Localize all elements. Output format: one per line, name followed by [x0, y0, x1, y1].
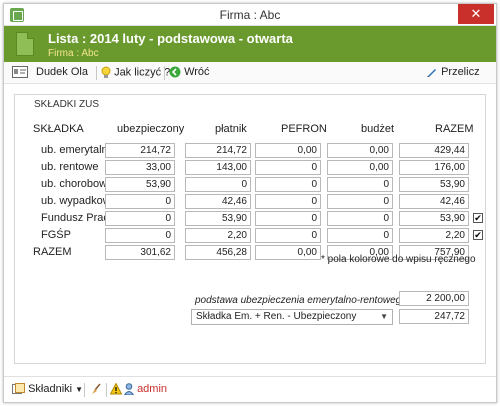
amount-cell[interactable]: 214,72 [185, 143, 251, 158]
amount-cell[interactable]: 0 [255, 228, 321, 243]
amount-cell[interactable]: 0 [327, 228, 393, 243]
chevron-down-icon: ▼ [75, 385, 84, 394]
howto-button[interactable]: Jak liczyć ? [101, 66, 170, 79]
include-checkbox[interactable]: ✔ [473, 230, 483, 240]
header-pefron: PEFRON [281, 123, 327, 135]
broom-icon [92, 383, 101, 395]
row-label: Fundusz Pracy [41, 212, 115, 224]
recalc-button[interactable]: Przelicz [426, 66, 480, 78]
user-indicator[interactable]: admin [124, 383, 168, 396]
lightbulb-icon [101, 66, 111, 78]
back-label: Wróć [184, 66, 210, 78]
list-banner: Lista : 2014 luty - podstawowa - otwarta… [4, 26, 496, 62]
content-area: SKŁADKI ZUS SKŁADKA ubezpieczony płatnik… [4, 84, 496, 374]
list-title: Lista : 2014 luty - podstawowa - otwarta [48, 31, 293, 46]
amount-cell[interactable]: 0 [255, 194, 321, 209]
back-button[interactable]: Wróć [169, 66, 210, 78]
amount-cell[interactable]: 53,90 [399, 211, 469, 226]
main-window: Firma : Abc ✕ Lista : 2014 luty - podsta… [3, 3, 497, 403]
amount-cell[interactable]: 0,00 [327, 160, 393, 175]
amount-cell[interactable]: 0 [327, 177, 393, 192]
contribution-value[interactable]: 247,72 [399, 309, 469, 324]
user-icon [124, 383, 134, 396]
header-skladka: SKŁADKA [33, 123, 84, 135]
total-cell: 456,28 [185, 245, 251, 260]
contribution-select[interactable]: Składka Em. + Ren. - Ubezpieczony ▼ [191, 309, 393, 325]
header-ubezpieczony: ubezpieczony [117, 123, 185, 135]
include-checkbox[interactable]: ✔ [473, 213, 483, 223]
amount-cell[interactable]: 429,44 [399, 143, 469, 158]
document-icon [16, 32, 34, 56]
toolbar: Dudek Ola Jak liczyć ? Wróć Przelicz [4, 62, 496, 84]
row-label: ub. emerytalne [41, 144, 114, 156]
header-platnik: płatnik [215, 123, 247, 135]
amount-cell[interactable]: 0 [327, 211, 393, 226]
admin-label: admin [137, 383, 168, 395]
warning-button[interactable] [110, 383, 122, 395]
contribution-select-value: Składka Em. + Ren. - Ubezpieczony [196, 311, 357, 322]
row-label: ub. rentowe [41, 161, 99, 173]
row-label: FGŚP [41, 229, 71, 241]
basis-value[interactable]: 2 200,00 [399, 291, 469, 306]
amount-cell[interactable]: 0 [105, 194, 175, 209]
amount-cell[interactable]: 2,20 [399, 228, 469, 243]
components-icon [12, 383, 25, 395]
chevron-down-icon: ▼ [380, 312, 388, 321]
employee-name[interactable]: Dudek Ola [36, 66, 88, 78]
amount-cell[interactable]: 33,00 [105, 160, 175, 175]
id-card-icon [12, 66, 28, 79]
amount-cell[interactable]: 0 [105, 228, 175, 243]
status-bar: Składniki ▼ admin [4, 376, 496, 402]
back-arrow-icon [169, 66, 181, 78]
amount-cell[interactable]: 0 [255, 160, 321, 175]
zus-group: SKŁADKI ZUS SKŁADKA ubezpieczony płatnik… [14, 94, 486, 364]
amount-cell[interactable]: 42,46 [399, 194, 469, 209]
total-row-label: RAZEM [33, 246, 72, 258]
window-title: Firma : Abc [219, 8, 281, 22]
amount-cell[interactable]: 53,90 [185, 211, 251, 226]
amount-cell[interactable]: 0,00 [327, 143, 393, 158]
components-label: Składniki [28, 383, 73, 395]
basis-label: podstawa ubezpieczenia emerytalno-rentow… [195, 295, 407, 306]
company-subtitle: Firma : Abc [48, 48, 99, 59]
total-cell: 0,00 [255, 245, 321, 260]
amount-cell[interactable]: 143,00 [185, 160, 251, 175]
amount-cell[interactable]: 53,90 [399, 177, 469, 192]
amount-cell[interactable]: 176,00 [399, 160, 469, 175]
recalc-label: Przelicz [441, 66, 480, 78]
amount-cell[interactable]: 53,90 [105, 177, 175, 192]
close-button[interactable]: ✕ [458, 4, 494, 24]
group-title: SKŁADKI ZUS [31, 99, 103, 110]
amount-cell[interactable]: 0 [105, 211, 175, 226]
howto-label: Jak liczyć ? [114, 66, 171, 79]
amount-cell[interactable]: 0 [185, 177, 251, 192]
amount-cell[interactable]: 0,00 [255, 143, 321, 158]
amount-cell[interactable]: 214,72 [105, 143, 175, 158]
broom-button[interactable] [90, 383, 102, 395]
amount-cell[interactable]: 2,20 [185, 228, 251, 243]
header-razem: RAZEM [435, 123, 474, 135]
row-label: ub. chorobowe [41, 178, 114, 190]
amount-cell[interactable]: 0 [255, 211, 321, 226]
manual-entry-note: * pola kolorowe do wpisu ręcznego [321, 254, 476, 265]
total-cell: 301,62 [105, 245, 175, 260]
amount-cell[interactable]: 0 [327, 194, 393, 209]
header-budzet: budżet [361, 123, 395, 135]
employee-button[interactable] [12, 66, 28, 79]
pencil-icon [427, 69, 436, 78]
title-bar: Firma : Abc ✕ [4, 4, 496, 26]
warning-icon [110, 383, 122, 395]
components-menu[interactable]: Składniki ▼ [12, 383, 83, 395]
amount-cell[interactable]: 42,46 [185, 194, 251, 209]
amount-cell[interactable]: 0 [255, 177, 321, 192]
